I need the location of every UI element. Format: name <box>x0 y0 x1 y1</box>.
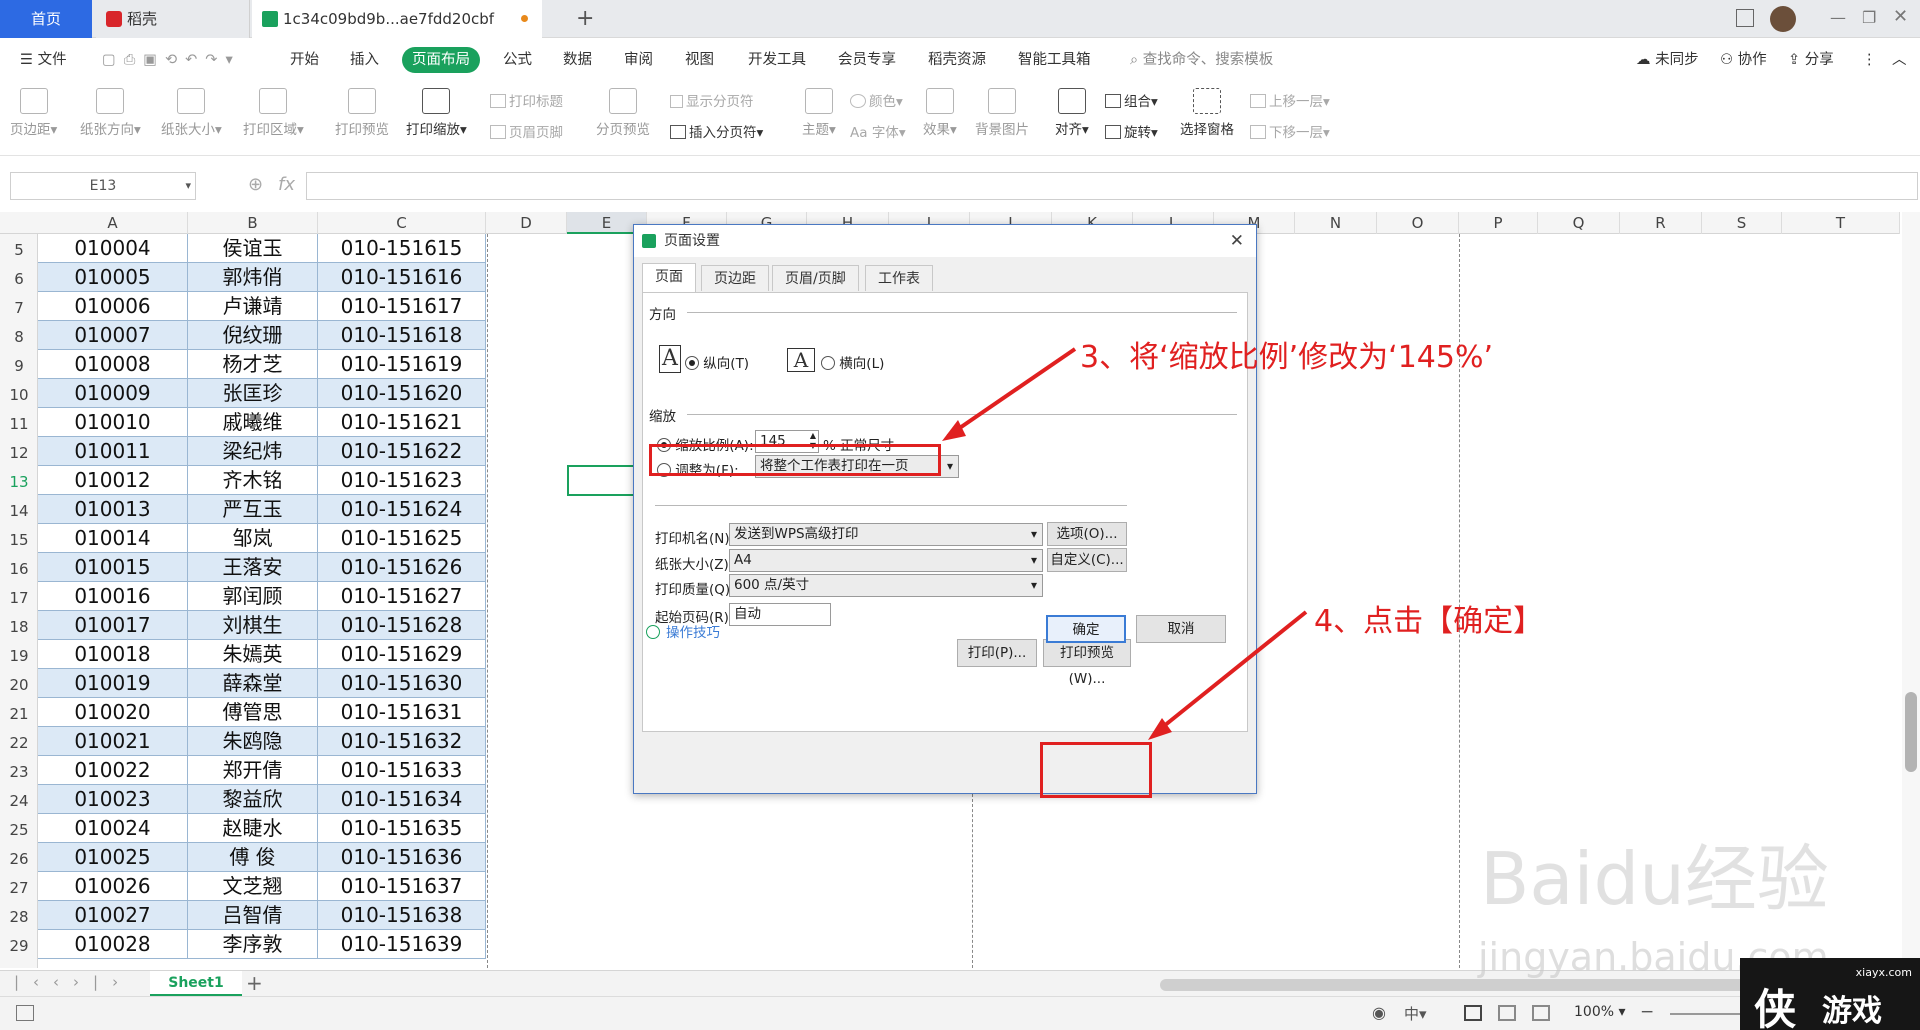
baidu-watermark: Baidu经验 <box>1480 837 1829 921</box>
arrow-line-step3 <box>946 347 1077 438</box>
arrow-line-step4 <box>1152 610 1308 736</box>
arrow-head-step3 <box>942 420 966 441</box>
site-logo: xiayx.com 侠 游戏 <box>1740 958 1920 1030</box>
logo-url: xiayx.com <box>1855 966 1912 979</box>
logo-text: 游戏 <box>1822 994 1882 1029</box>
logo-glyph: 侠 <box>1754 985 1797 1030</box>
